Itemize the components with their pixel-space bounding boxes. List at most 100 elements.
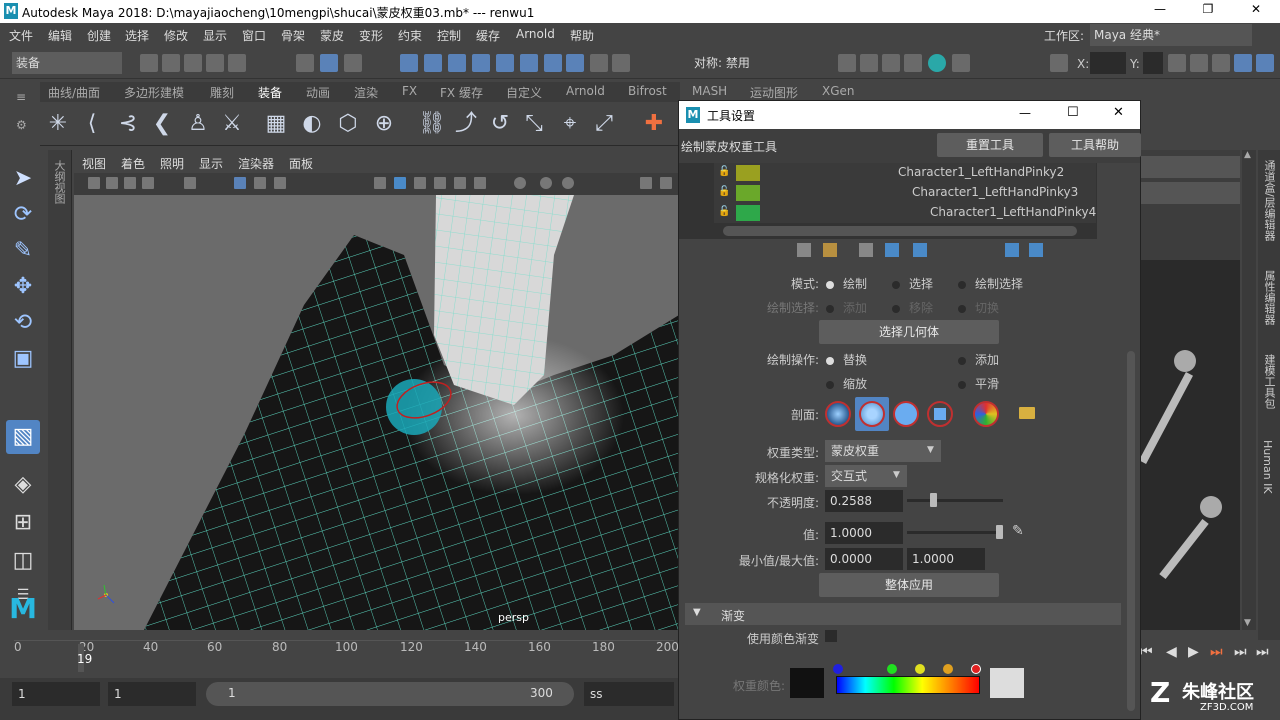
snap-plane-icon[interactable] xyxy=(520,54,538,72)
menu-skeleton[interactable]: 骨架 xyxy=(281,27,305,44)
profile-gaussian-icon[interactable] xyxy=(825,401,851,427)
new-scene-icon[interactable] xyxy=(140,54,158,72)
render-view-icon[interactable] xyxy=(838,54,856,72)
single-view-icon[interactable]: ◈ xyxy=(6,468,40,502)
op-replace-radio[interactable]: 替换 xyxy=(826,351,867,368)
paint-select-remove-radio[interactable]: 移除 xyxy=(892,299,933,316)
render-settings-icon[interactable] xyxy=(904,54,922,72)
paint-select-add-radio[interactable]: 添加 xyxy=(826,299,867,316)
shelf-tab-custom[interactable]: 自定义 xyxy=(506,84,542,101)
menu-create[interactable]: 创建 xyxy=(87,27,111,44)
panel-icon[interactable] xyxy=(1256,54,1274,72)
side-tab-modeling-toolkit[interactable]: 建模工具包 xyxy=(1261,354,1277,409)
eyedropper-icon[interactable]: ✎ xyxy=(1012,523,1024,539)
min-value-input[interactable]: 0.0000 xyxy=(825,548,903,570)
mode-paint-select-radio[interactable]: 绘制选择 xyxy=(958,275,1023,292)
right-dropdown-2[interactable] xyxy=(1140,182,1240,204)
right-scrollbar[interactable]: ▲ ▼ xyxy=(1242,150,1256,630)
menu-edit[interactable]: 编辑 xyxy=(48,27,72,44)
lock-icon[interactable] xyxy=(590,54,608,72)
side-tab-human-ik[interactable]: Human IK xyxy=(1261,440,1274,494)
panel-menu-panels[interactable]: 面板 xyxy=(289,155,313,172)
select-geometry-button[interactable]: 选择几何体 xyxy=(819,320,999,344)
dialog-close-button[interactable]: ✕ xyxy=(1113,105,1124,120)
select-component-icon[interactable] xyxy=(344,54,362,72)
dialog-title-bar[interactable]: M 工具设置 — ☐ ✕ xyxy=(679,101,1140,129)
menu-select[interactable]: 选择 xyxy=(125,27,149,44)
lattice-icon[interactable]: ⬡ xyxy=(334,110,362,138)
menu-cache[interactable]: 缓存 xyxy=(476,27,500,44)
end-time-field[interactable]: ss xyxy=(584,682,674,706)
minimize-button[interactable]: — xyxy=(1145,2,1175,20)
menu-modify[interactable]: 修改 xyxy=(164,27,188,44)
paint-select-toggle-radio[interactable]: 切换 xyxy=(958,299,999,316)
image-plane-icon[interactable] xyxy=(142,177,154,189)
grid-icon[interactable] xyxy=(184,177,196,189)
xray-joints-icon[interactable] xyxy=(660,177,672,189)
mirror-joint-icon[interactable]: ❮ xyxy=(148,110,176,138)
ramp-end-swatch[interactable] xyxy=(990,668,1024,698)
step-back-icon[interactable]: ⏮ xyxy=(1140,644,1153,660)
layout-icon[interactable] xyxy=(1234,54,1252,72)
lasso-tool-icon[interactable]: ⟳ xyxy=(6,198,40,232)
play-forward-icon[interactable]: ▶ xyxy=(1188,644,1199,660)
ramp-start-swatch[interactable] xyxy=(790,668,824,698)
select-hierarchy-icon[interactable] xyxy=(296,54,314,72)
profile-soft-icon[interactable] xyxy=(855,397,889,431)
scale-constraint-icon[interactable]: ⤡ xyxy=(520,110,548,138)
camera-select-icon[interactable] xyxy=(88,177,100,189)
playback-start-field[interactable]: 1 xyxy=(108,682,196,706)
list-item[interactable]: 🔓 Character1_LeftHandPinky3 xyxy=(714,183,1096,203)
shelf-tab-render[interactable]: 渲染 xyxy=(354,84,378,101)
step-key-icon[interactable]: ⏭ xyxy=(1210,644,1223,660)
ik-spline-icon[interactable]: ⊰ xyxy=(114,110,142,138)
y-input[interactable] xyxy=(1143,52,1163,74)
value-input[interactable]: 1.0000 xyxy=(825,522,903,544)
shadows-icon[interactable] xyxy=(514,177,526,189)
shelf-tab-motion[interactable]: 运动图形 xyxy=(750,84,798,101)
smooth-shade-icon[interactable] xyxy=(394,177,406,189)
mode-select-radio[interactable]: 选择 xyxy=(892,275,933,292)
snap-curve-icon[interactable] xyxy=(424,54,442,72)
quick-rig-icon[interactable]: ⚔ xyxy=(218,110,246,138)
opacity-input[interactable]: 0.2588 xyxy=(825,490,903,512)
shelf-tab-curves[interactable]: 曲线/曲面 xyxy=(48,84,100,101)
menu-constrain[interactable]: 约束 xyxy=(398,27,422,44)
lock-icon[interactable]: 🔓 xyxy=(718,166,730,177)
snap-mesh-icon[interactable] xyxy=(544,54,562,72)
magnet-icon[interactable] xyxy=(612,54,630,72)
humanik-icon[interactable]: ♙ xyxy=(184,110,212,138)
side-tab-channel-box[interactable]: 通道盒/层编辑器 xyxy=(1261,160,1277,241)
snap-point-icon[interactable] xyxy=(448,54,466,72)
weight-type-dropdown[interactable]: 蒙皮权重 xyxy=(825,440,941,462)
time-slider[interactable]: 0 20 40 60 80 100 120 140 160 180 200 19 xyxy=(0,636,680,676)
profile-square-icon[interactable] xyxy=(927,401,953,427)
menu-display[interactable]: 显示 xyxy=(203,27,227,44)
color-ramp[interactable] xyxy=(836,676,980,694)
orient-constraint-icon[interactable]: ↺ xyxy=(486,110,514,138)
tool-help-button[interactable]: 工具帮助 xyxy=(1049,133,1141,157)
menu-file[interactable]: 文件 xyxy=(9,27,33,44)
aim-constraint-icon[interactable]: ⌖ xyxy=(556,110,584,138)
arnold-render-icon[interactable] xyxy=(952,54,970,72)
symmetry-dropdown[interactable]: 对称: 禁用 xyxy=(690,52,786,74)
list-item[interactable]: 🔓 Character1_LeftHandPinky4 xyxy=(714,203,1096,223)
max-value-input[interactable]: 1.0000 xyxy=(907,548,985,570)
dialog-scrollbar[interactable] xyxy=(1127,351,1135,711)
list-hscrollbar[interactable] xyxy=(723,226,1077,236)
op-add-radio[interactable]: 添加 xyxy=(958,351,999,368)
xray-icon[interactable] xyxy=(454,177,466,189)
right-dropdown-1[interactable] xyxy=(1140,156,1240,178)
dialog-minimize-button[interactable]: — xyxy=(1019,106,1031,120)
motion-blur-icon[interactable] xyxy=(562,177,574,189)
point-constraint-icon[interactable]: ⤴ xyxy=(452,110,480,138)
ramp-key-icon[interactable] xyxy=(887,664,897,674)
use-color-ramp-checkbox[interactable] xyxy=(825,630,837,642)
bind-skin-icon[interactable]: ▦ xyxy=(262,110,290,138)
x-input[interactable] xyxy=(1090,52,1126,74)
paint-select-icon[interactable]: ✎ xyxy=(6,234,40,268)
panel-menu-show[interactable]: 显示 xyxy=(199,155,223,172)
menu-window[interactable]: 窗口 xyxy=(242,27,266,44)
reset-tool-button[interactable]: 重置工具 xyxy=(937,133,1043,157)
end-icon[interactable]: ⏭ xyxy=(1256,644,1269,660)
